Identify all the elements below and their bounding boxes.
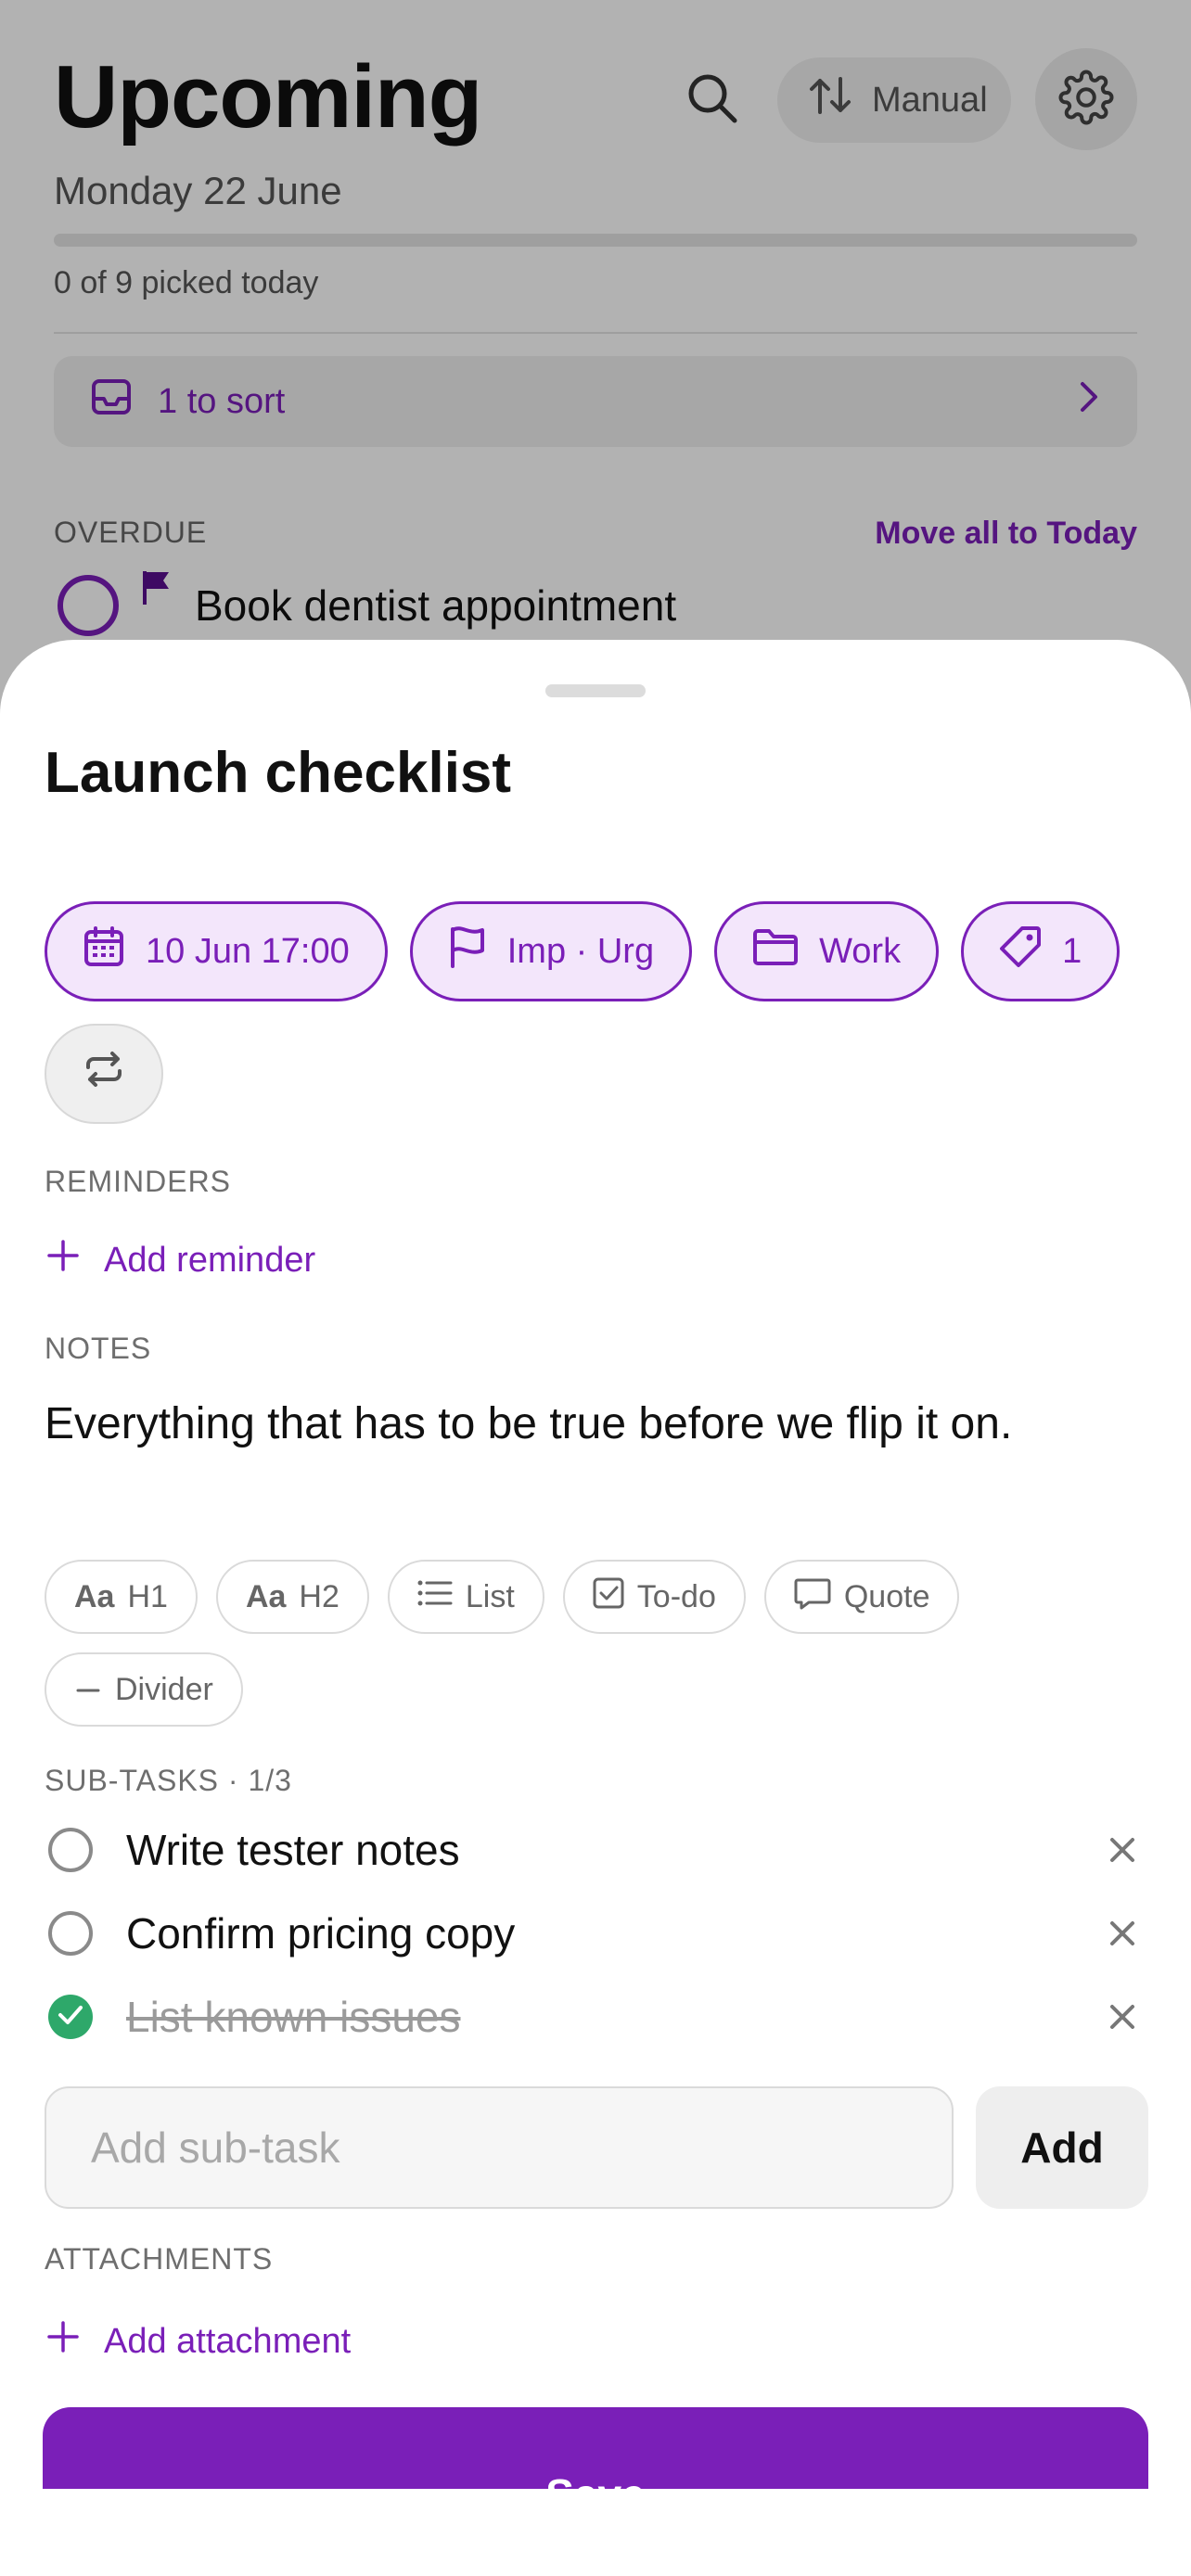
project-chip[interactable]: Work bbox=[714, 901, 940, 1001]
subtask-list: Write tester notes Confirm pricing copy … bbox=[45, 1808, 1148, 2059]
list-icon bbox=[417, 1579, 453, 1615]
subtask-label[interactable]: Write tester notes bbox=[126, 1825, 460, 1875]
due-date-chip[interactable]: 10 Jun 17:00 bbox=[45, 901, 388, 1001]
list-button[interactable]: List bbox=[387, 1560, 544, 1634]
bottom-safe-area bbox=[0, 2489, 1191, 2576]
plus-icon bbox=[46, 2320, 80, 2363]
add-attachment-label: Add attachment bbox=[104, 2321, 352, 2361]
add-reminder-label: Add reminder bbox=[104, 1240, 316, 1280]
notes-editor[interactable]: Everything that has to be true before we… bbox=[45, 1398, 1012, 1449]
attachments-heading: ATTACHMENTS bbox=[45, 2242, 274, 2276]
repeat-icon bbox=[83, 1051, 125, 1097]
folder-icon bbox=[752, 927, 799, 976]
quote-label: Quote bbox=[843, 1578, 930, 1614]
divider-label: Divider bbox=[115, 1671, 213, 1707]
quote-bubble-icon bbox=[794, 1576, 831, 1618]
subtask-row[interactable]: Write tester notes bbox=[45, 1808, 1148, 1892]
todo-button[interactable]: To-do bbox=[562, 1560, 746, 1634]
heading-1-label: H1 bbox=[127, 1578, 168, 1614]
todo-checkbox-icon bbox=[593, 1577, 624, 1617]
heading-2-button[interactable]: Aa H2 bbox=[215, 1560, 369, 1634]
text-size-icon: Aa bbox=[245, 1578, 287, 1614]
heading-1-button[interactable]: Aa H1 bbox=[45, 1560, 198, 1634]
task-properties: 10 Jun 17:00 Imp · Urg Work 1 bbox=[45, 901, 1148, 1124]
close-icon[interactable] bbox=[1104, 1915, 1141, 1952]
priority-chip[interactable]: Imp · Urg bbox=[409, 901, 693, 1001]
task-detail-sheet: Launch checklist 10 Jun 17:00 Imp · Urg … bbox=[0, 640, 1191, 2576]
divider-line-icon bbox=[74, 1672, 102, 1708]
subtask-label[interactable]: Confirm pricing copy bbox=[126, 1908, 515, 1958]
flag-icon bbox=[448, 925, 487, 977]
sheet-grabber[interactable] bbox=[545, 684, 646, 697]
add-attachment-button[interactable]: Add attachment bbox=[46, 2320, 351, 2363]
list-label: List bbox=[465, 1578, 515, 1614]
task-title[interactable]: Launch checklist bbox=[45, 740, 511, 806]
due-date-label: 10 Jun 17:00 bbox=[146, 931, 350, 971]
subtask-checkbox-checked[interactable] bbox=[48, 1995, 93, 2039]
add-subtask-row: Add bbox=[45, 2086, 1148, 2209]
priority-label: Imp · Urg bbox=[506, 931, 655, 971]
add-reminder-button[interactable]: Add reminder bbox=[46, 1239, 315, 1282]
heading-2-label: H2 bbox=[299, 1578, 339, 1614]
add-subtask-input[interactable] bbox=[45, 2086, 954, 2209]
subtask-checkbox[interactable] bbox=[48, 1828, 93, 1872]
repeat-chip[interactable] bbox=[45, 1024, 163, 1124]
plus-icon bbox=[46, 1239, 80, 1282]
subtask-label[interactable]: List known issues bbox=[126, 1992, 461, 2042]
tags-count: 1 bbox=[1062, 931, 1082, 971]
notes-heading: NOTES bbox=[45, 1332, 152, 1365]
subtasks-heading: SUB-TASKS · 1/3 bbox=[45, 1764, 292, 1797]
quote-button[interactable]: Quote bbox=[763, 1560, 960, 1634]
close-icon[interactable] bbox=[1104, 1998, 1141, 2035]
calendar-icon bbox=[83, 925, 125, 977]
tag-icon bbox=[999, 925, 1042, 977]
add-subtask-button[interactable]: Add bbox=[976, 2086, 1148, 2209]
tags-chip[interactable]: 1 bbox=[961, 901, 1121, 1001]
reminders-heading: REMINDERS bbox=[45, 1165, 232, 1198]
divider-button[interactable]: Divider bbox=[45, 1652, 243, 1727]
subtask-row[interactable]: List known issues bbox=[45, 1975, 1148, 2059]
format-toolbar: Aa H1 Aa H2 List To-do Quote Divider bbox=[45, 1560, 1148, 1727]
check-icon bbox=[57, 2004, 84, 2031]
text-size-icon: Aa bbox=[74, 1578, 115, 1614]
project-label: Work bbox=[819, 931, 902, 971]
subtask-row[interactable]: Confirm pricing copy bbox=[45, 1892, 1148, 1975]
todo-label: To-do bbox=[636, 1578, 716, 1614]
subtask-checkbox[interactable] bbox=[48, 1911, 93, 1956]
close-icon[interactable] bbox=[1104, 1831, 1141, 1868]
